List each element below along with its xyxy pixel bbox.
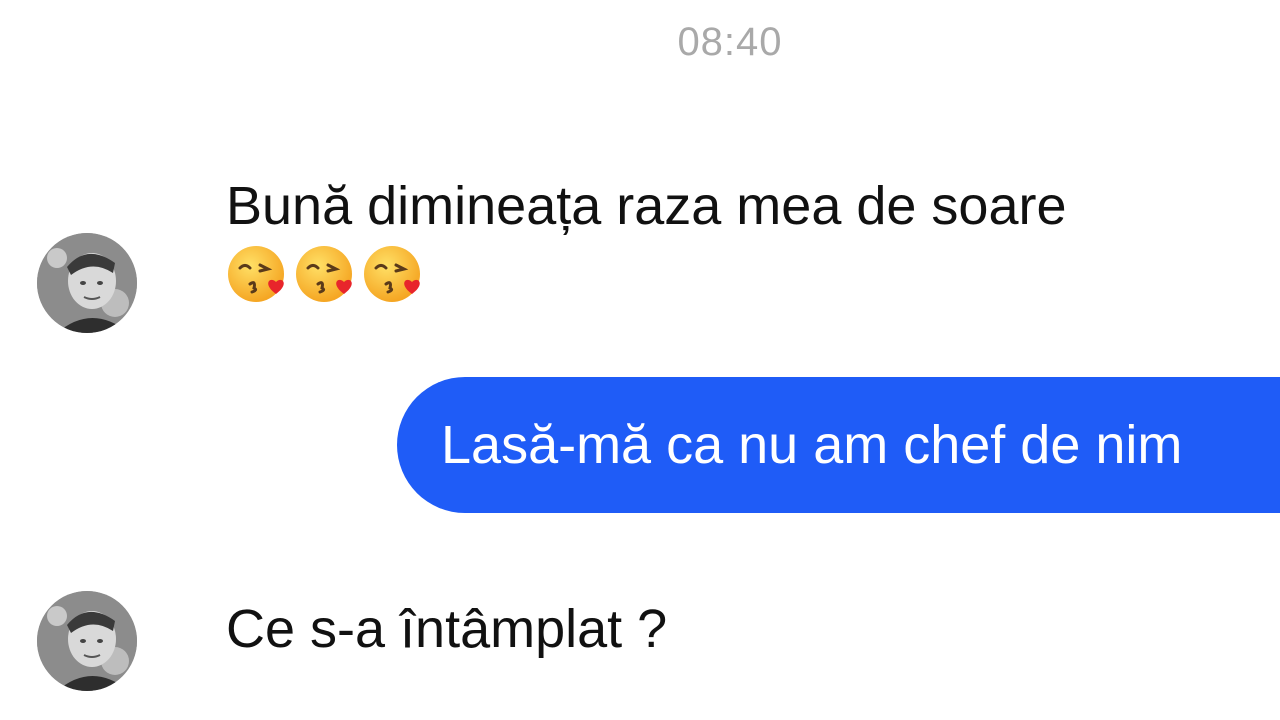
incoming-message-text: Ce s-a întâmplat ? — [226, 599, 668, 659]
face-blowing-kiss-icon — [364, 246, 420, 302]
face-blowing-kiss-icon — [228, 246, 284, 302]
outgoing-message-bubble[interactable]: Lasă-mă ca nu am chef de nim — [397, 377, 1280, 513]
contact-avatar[interactable] — [37, 233, 137, 333]
avatar-photo — [37, 591, 137, 691]
face-blowing-kiss-icon — [296, 246, 352, 302]
contact-avatar[interactable] — [37, 591, 137, 691]
incoming-message-emoji-row — [226, 242, 426, 306]
outgoing-message-text: Lasă-mă ca nu am chef de nim — [441, 415, 1183, 475]
message-timestamp: 08:40 — [677, 20, 783, 64]
avatar-photo — [37, 233, 137, 333]
chat-screen: 08:40 Bună dimineața raza mea de soare L… — [0, 0, 1280, 720]
incoming-message-text: Bună dimineața raza mea de soare — [226, 176, 1067, 236]
